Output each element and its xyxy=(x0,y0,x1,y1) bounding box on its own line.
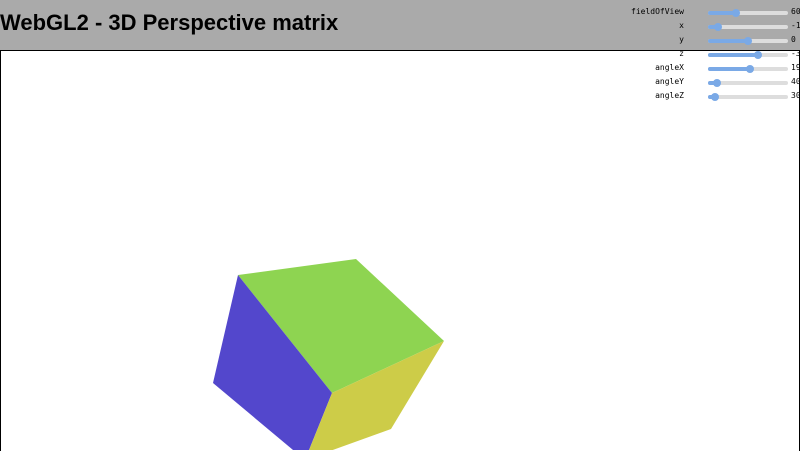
slider-thumb[interactable] xyxy=(744,37,752,45)
slider-value: 190 xyxy=(791,63,800,72)
slider-label: angleX xyxy=(655,63,684,72)
cube-render xyxy=(213,259,444,450)
slider-value: 40 xyxy=(791,77,800,86)
slider-thumb[interactable] xyxy=(745,65,754,73)
slider-label: x xyxy=(679,21,684,30)
slider-z[interactable]: z -360 xyxy=(620,48,800,62)
slider-angley[interactable]: angleY 40 xyxy=(620,76,800,90)
slider-x[interactable]: x -150 xyxy=(620,20,800,34)
slider-track[interactable] xyxy=(708,9,788,17)
slider-value: -150 xyxy=(791,21,800,30)
slider-fill xyxy=(708,39,748,43)
slider-thumb[interactable] xyxy=(712,79,721,87)
slider-thumb[interactable] xyxy=(732,9,740,17)
slider-track[interactable] xyxy=(708,65,788,73)
slider-label: angleY xyxy=(655,77,684,86)
slider-track[interactable] xyxy=(708,23,788,31)
slider-y[interactable]: y 0 xyxy=(620,34,800,48)
slider-value: -360 xyxy=(791,49,800,58)
slider-track[interactable] xyxy=(708,79,788,87)
slider-fill xyxy=(708,53,758,57)
slider-thumb[interactable] xyxy=(753,51,762,59)
slider-value: 30 xyxy=(791,91,800,100)
slider-label: angleZ xyxy=(655,91,684,100)
slider-fieldofview[interactable]: fieldOfView 60 xyxy=(620,6,800,20)
ui-controls-panel: fieldOfView 60 x -150 y 0 z -360 angleX xyxy=(620,6,800,104)
slider-value: 0 xyxy=(791,35,796,44)
slider-track[interactable] xyxy=(708,51,788,59)
slider-value: 60 xyxy=(791,7,800,16)
slider-track[interactable] xyxy=(708,37,788,45)
webgl-canvas[interactable] xyxy=(0,50,800,451)
slider-anglex[interactable]: angleX 190 xyxy=(620,62,800,76)
slider-anglez[interactable]: angleZ 30 xyxy=(620,90,800,104)
page-title: WebGL2 - 3D Perspective matrix xyxy=(0,10,339,35)
slider-label: fieldOfView xyxy=(631,7,684,16)
slider-label: z xyxy=(679,49,684,58)
slider-thumb[interactable] xyxy=(711,93,720,101)
slider-fill xyxy=(708,67,750,71)
slider-track[interactable] xyxy=(708,93,788,101)
slider-label: y xyxy=(679,35,684,44)
slider-thumb[interactable] xyxy=(713,23,722,31)
